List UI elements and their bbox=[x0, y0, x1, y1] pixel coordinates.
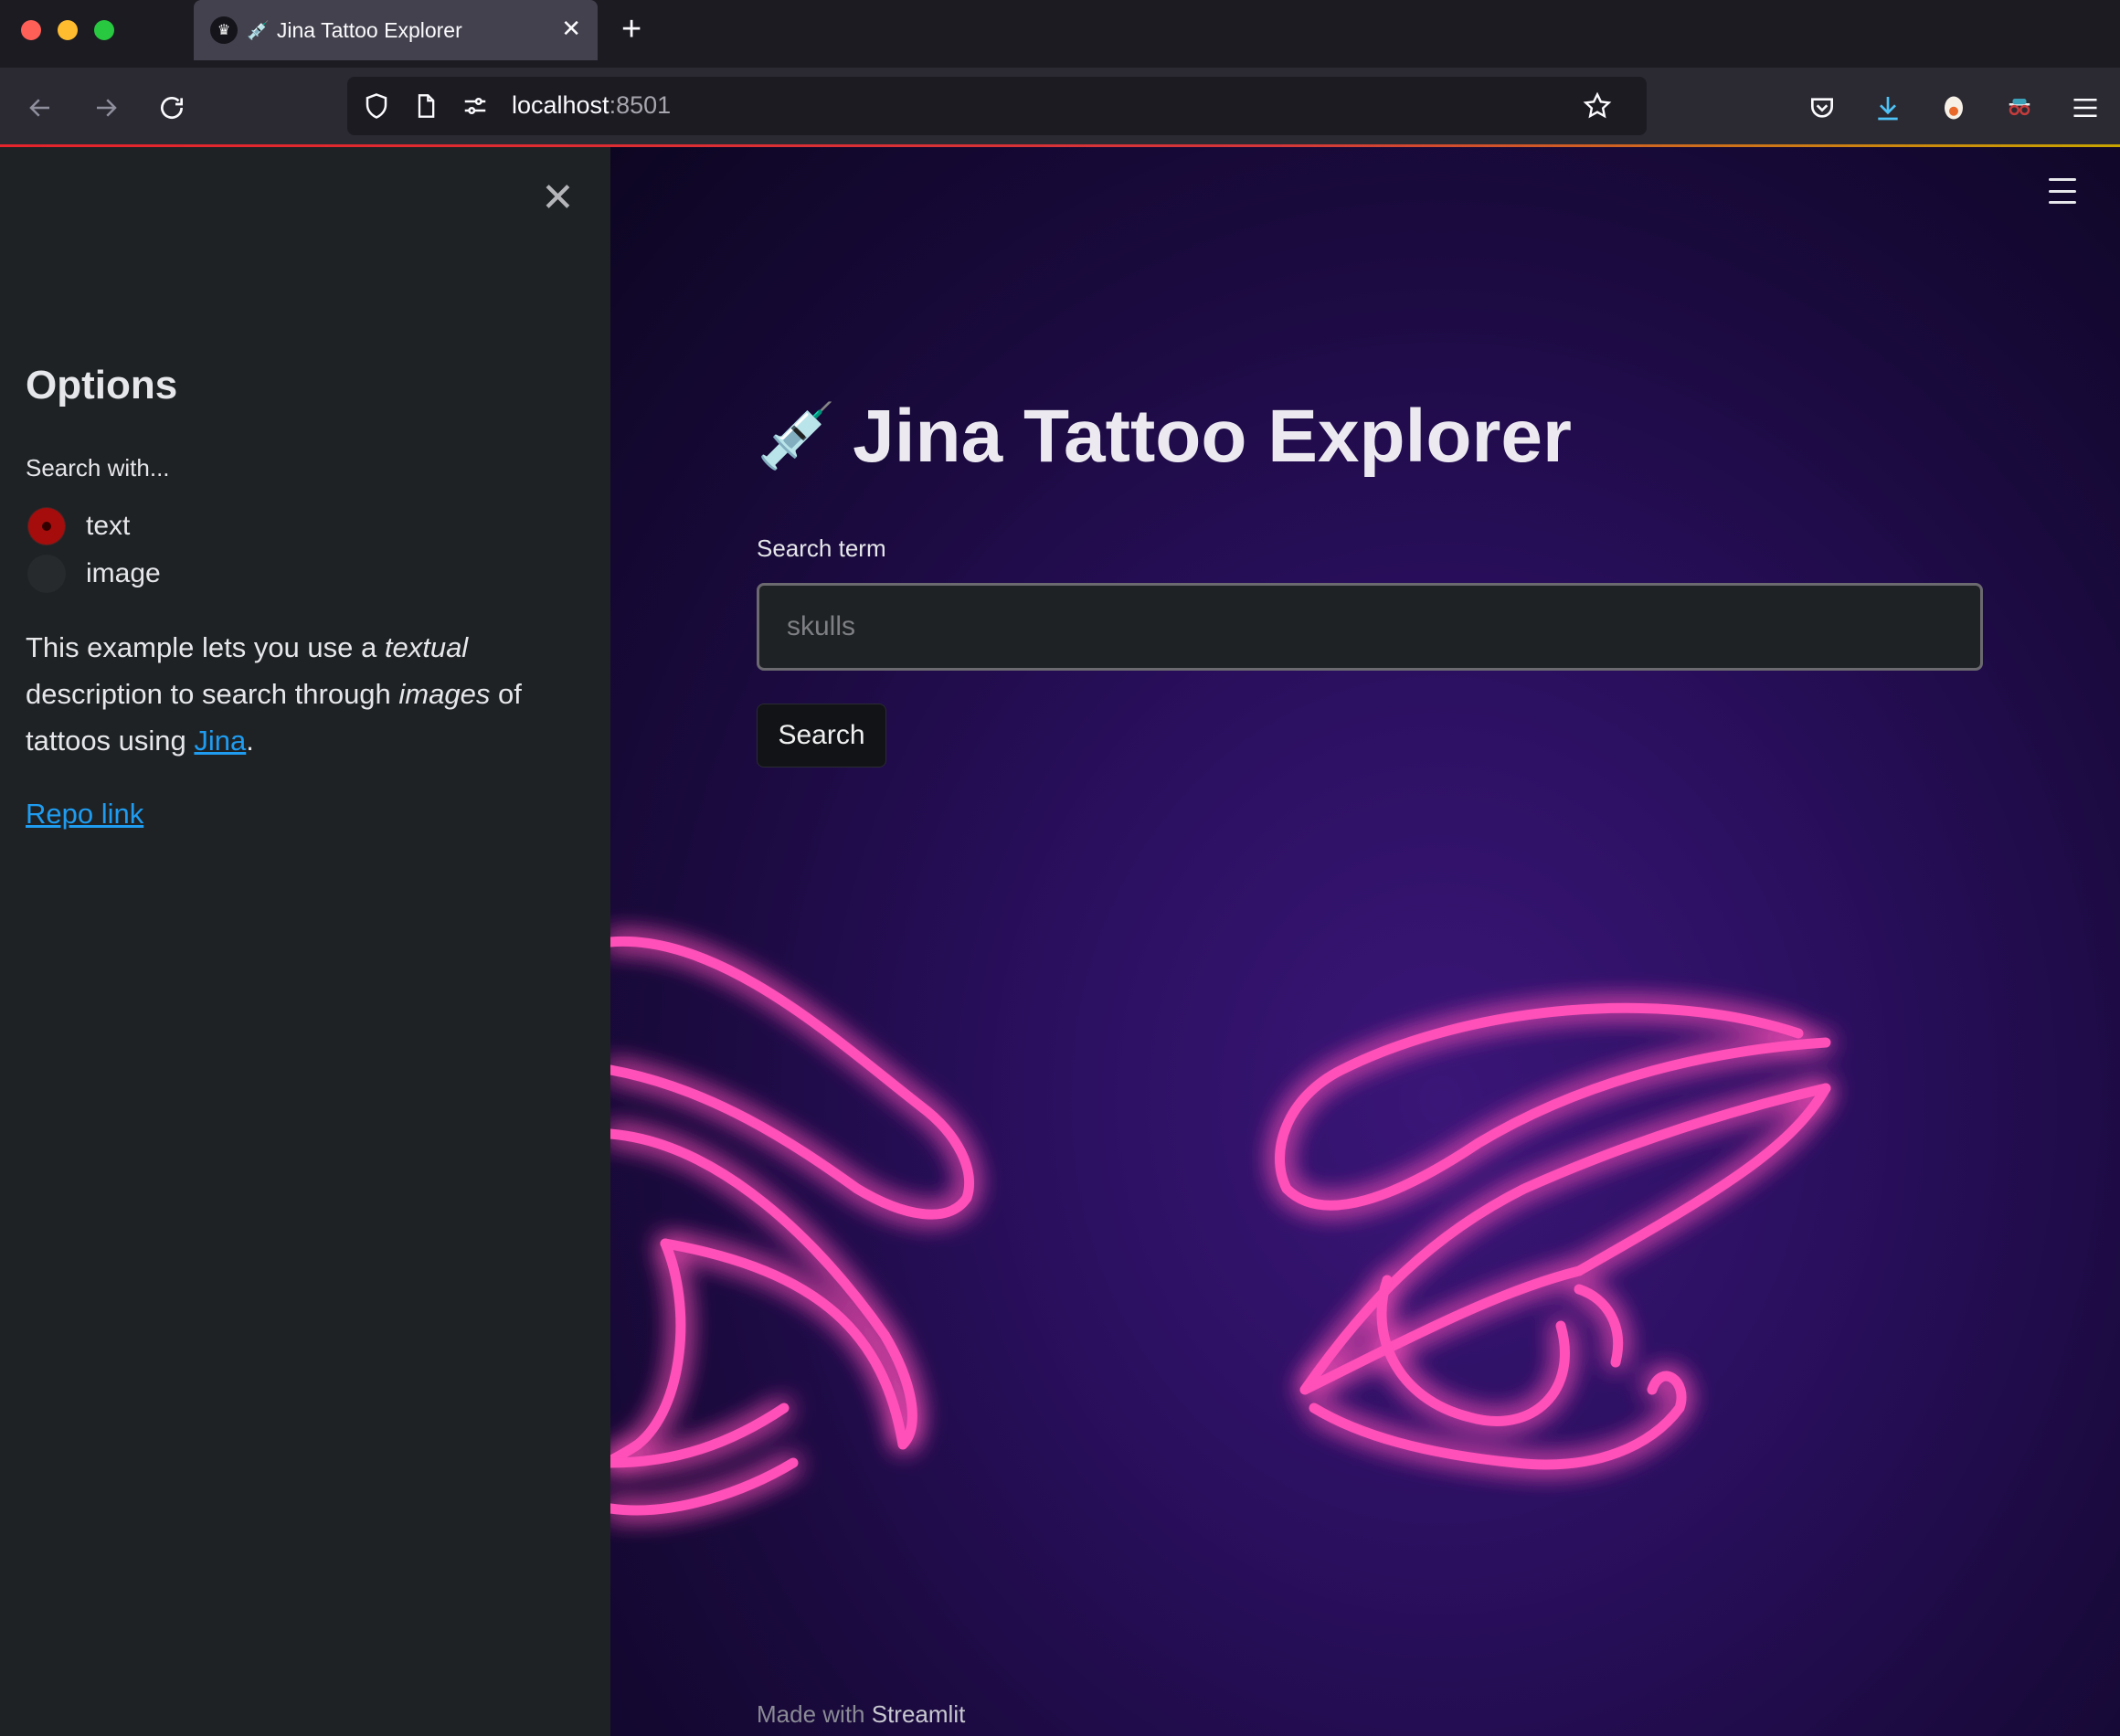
new-tab-button[interactable]: + bbox=[621, 11, 641, 48]
maximize-window-button[interactable] bbox=[94, 20, 114, 40]
tab-title: Jina Tattoo Explorer bbox=[276, 17, 462, 42]
jina-link[interactable]: Jina bbox=[194, 725, 246, 757]
sidebar-title: Options bbox=[26, 363, 178, 408]
close-tab-icon[interactable]: ✕ bbox=[561, 15, 581, 43]
minimize-window-button[interactable] bbox=[58, 20, 78, 40]
radio-selected-icon[interactable] bbox=[27, 507, 66, 545]
browser-tab[interactable]: ♛ 💉 Jina Tattoo Explorer ✕ bbox=[194, 0, 598, 60]
extension-icon[interactable] bbox=[1934, 88, 1974, 128]
menu-icon[interactable] bbox=[2065, 88, 2105, 128]
neon-eyes-background bbox=[610, 936, 1831, 1516]
page-title-text: Jina Tattoo Explorer bbox=[853, 395, 1572, 478]
repo-link[interactable]: Repo link bbox=[26, 798, 143, 831]
address-bar[interactable]: localhost:8501 bbox=[347, 77, 1647, 135]
syringe-icon: 💉 bbox=[757, 400, 837, 471]
page-title: 💉 Jina Tattoo Explorer bbox=[757, 394, 1572, 480]
search-input[interactable] bbox=[757, 583, 1983, 671]
radio-group-label: Search with... bbox=[26, 454, 170, 482]
app-menu-icon[interactable] bbox=[2049, 178, 2076, 204]
main-content: 💉 Jina Tattoo Explorer Search term Searc… bbox=[610, 147, 2120, 1736]
sidebar-description: This example lets you use a textual desc… bbox=[26, 631, 522, 757]
streamlit-favicon-icon: ♛ bbox=[210, 16, 238, 44]
streamlit-link[interactable]: Streamlit bbox=[872, 1700, 966, 1728]
extension-icon[interactable] bbox=[1999, 88, 2040, 128]
sidebar: ✕ Options Search with... text image This… bbox=[0, 147, 610, 1736]
reload-icon[interactable] bbox=[152, 88, 192, 128]
footer: Made with Streamlit bbox=[757, 1700, 966, 1728]
radio-unselected-icon[interactable] bbox=[27, 555, 66, 593]
bookmark-star-icon[interactable] bbox=[1577, 86, 1617, 126]
radio-option-text[interactable]: text bbox=[27, 507, 130, 545]
download-icon[interactable] bbox=[1868, 88, 1908, 128]
syringe-icon: 💉 bbox=[247, 20, 270, 41]
url-text: localhost:8501 bbox=[512, 91, 672, 119]
search-term-label: Search term bbox=[757, 535, 886, 562]
close-sidebar-icon[interactable]: ✕ bbox=[541, 178, 575, 218]
search-button[interactable]: Search bbox=[757, 704, 886, 767]
radio-label-image: image bbox=[86, 558, 161, 588]
browser-nav-bar: localhost:8501 bbox=[0, 68, 2120, 146]
pocket-icon[interactable] bbox=[1802, 88, 1842, 128]
back-icon[interactable] bbox=[20, 88, 60, 128]
page-icon[interactable] bbox=[406, 86, 446, 126]
browser-tab-bar: ♛ 💉 Jina Tattoo Explorer ✕ + bbox=[0, 0, 2120, 68]
forward-icon[interactable] bbox=[86, 88, 126, 128]
radio-option-image[interactable]: image bbox=[27, 555, 161, 593]
close-window-button[interactable] bbox=[21, 20, 41, 40]
radio-label-text: text bbox=[86, 511, 131, 541]
permissions-icon[interactable] bbox=[455, 86, 495, 126]
shield-icon[interactable] bbox=[356, 86, 397, 126]
